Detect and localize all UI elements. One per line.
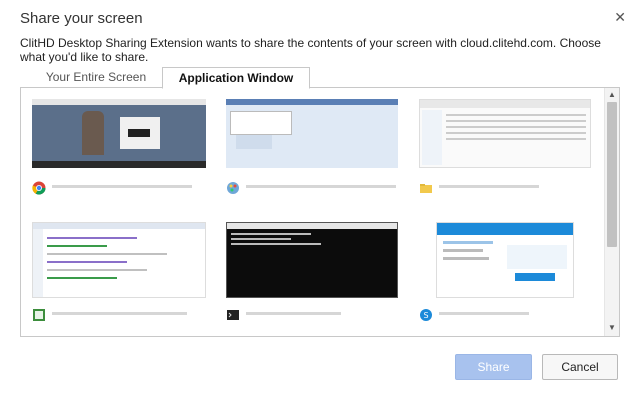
close-icon[interactable]: ✕ — [614, 10, 626, 24]
window-thumbnail-6[interactable] — [436, 222, 574, 298]
window-thumbnail-1[interactable] — [32, 99, 206, 168]
skype-app-icon: S — [419, 308, 433, 322]
window-thumbnail-2[interactable] — [226, 99, 398, 168]
cancel-button[interactable]: Cancel — [542, 354, 618, 380]
scroll-thumb[interactable] — [607, 102, 617, 247]
share-screen-dialog: Share your screen ✕ ClitHD Desktop Shari… — [0, 0, 640, 400]
folder-icon — [419, 181, 433, 195]
scroll-down-icon[interactable]: ▼ — [605, 322, 619, 334]
window-caption-1 — [32, 180, 207, 196]
panel-scrollbar[interactable]: ▲ ▼ — [604, 88, 619, 336]
share-button[interactable]: Share — [455, 354, 532, 380]
dialog-description: ClitHD Desktop Sharing Extension wants t… — [20, 36, 601, 64]
window-caption-4 — [32, 307, 207, 323]
paint-app-icon — [226, 181, 240, 195]
window-thumbnail-4[interactable] — [32, 222, 206, 298]
tab-entire-screen[interactable]: Your Entire Screen — [32, 67, 160, 87]
window-thumbnail-3[interactable] — [419, 99, 591, 168]
window-caption-5 — [226, 307, 401, 323]
scroll-up-icon[interactable]: ▲ — [605, 89, 619, 101]
editor-app-icon — [32, 308, 46, 322]
window-picker-panel: S ▲ ▼ — [20, 87, 620, 337]
window-caption-6: S — [419, 307, 594, 323]
terminal-icon — [226, 308, 240, 322]
window-caption-3 — [419, 180, 594, 196]
chrome-icon — [32, 181, 46, 195]
tab-application-window[interactable]: Application Window — [162, 67, 310, 89]
dialog-title: Share your screen — [20, 10, 143, 27]
svg-text:S: S — [423, 311, 428, 320]
window-thumbnail-5[interactable] — [226, 222, 398, 298]
window-caption-2 — [226, 180, 401, 196]
